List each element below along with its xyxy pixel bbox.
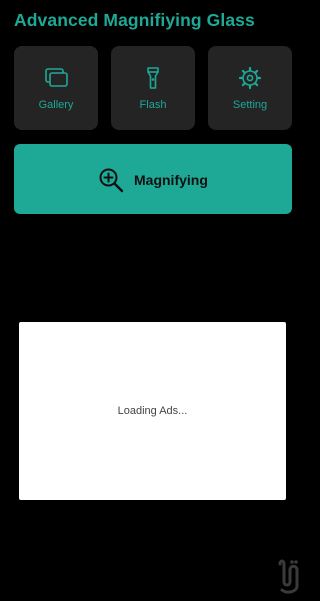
tool-tiles: Gallery Flash Setting xyxy=(14,46,292,130)
ad-loading-text: Loading Ads... xyxy=(117,405,188,417)
app-title: Advanced Magnifiying Glass xyxy=(14,10,255,30)
settings-icon xyxy=(208,66,292,90)
zoom-in-icon xyxy=(98,167,124,193)
flash-label: Flash xyxy=(139,99,167,111)
flashlight-icon xyxy=(111,66,195,90)
magnifying-button[interactable]: Magnifying xyxy=(14,144,292,214)
gallery-icon xyxy=(14,66,98,90)
gallery-button[interactable]: Gallery xyxy=(14,46,98,130)
flash-button[interactable]: Flash xyxy=(111,46,195,130)
magnifying-label: Magnifying xyxy=(134,172,208,188)
ad-banner[interactable]: Loading Ads... xyxy=(19,322,286,500)
gallery-label: Gallery xyxy=(38,99,74,111)
setting-label: Setting xyxy=(232,99,268,111)
store-watermark-icon xyxy=(270,556,304,596)
setting-button[interactable]: Setting xyxy=(208,46,292,130)
